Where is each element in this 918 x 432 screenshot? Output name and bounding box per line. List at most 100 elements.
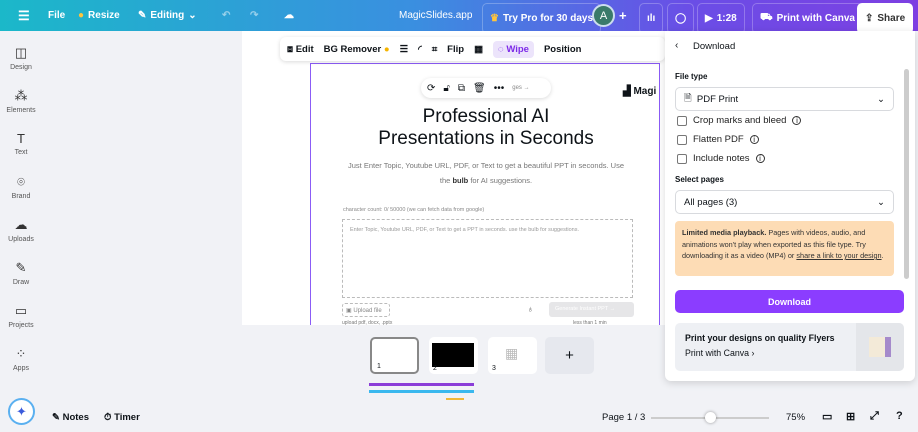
print-promo[interactable]: Print your designs on quality Flyers Pri…	[675, 323, 904, 371]
upload-hint: upload pdf, docx, .pptx	[342, 320, 393, 326]
panel-scrollbar[interactable]	[904, 69, 909, 279]
present-button[interactable]: ▶ 1:28	[697, 3, 745, 34]
topic-input[interactable]: Enter Topic, Youtube URL, PDF, or Text t…	[342, 219, 633, 298]
sidebar-label: Elements	[6, 107, 36, 114]
sidebar-label: Design	[10, 64, 32, 71]
fullscreen-icon[interactable]: ⤢	[870, 410, 879, 423]
sidebar-item-apps[interactable]: ⁘ Apps	[0, 346, 42, 372]
timer-label: 1:28	[716, 13, 737, 24]
file-type-label: File type	[675, 72, 708, 81]
notes-button[interactable]: ✎ Notes	[52, 412, 89, 423]
download-panel: ‹ Download File type 🗎︎ PDF Print ⌄ Crop …	[665, 31, 915, 381]
truck-icon: ⛟	[760, 12, 773, 23]
print-with-canva-button[interactable]: ⛟ Print with Canva	[752, 3, 863, 34]
slide-title: Professional AI Presentations in Seconds	[378, 106, 594, 149]
character-count: character count: 0/ 50000 (we can fetch …	[343, 207, 485, 213]
share-link[interactable]: share a link to your design	[796, 251, 881, 260]
pages-select[interactable]: All pages (3) ⌄	[675, 190, 894, 214]
text-icon: T	[17, 131, 25, 146]
timer-button[interactable]: ⏱ Timer	[104, 412, 140, 423]
sidebar: ◫ Design ⁂ Elements T Text ⌾ Brand ☁ Uploads …	[0, 31, 42, 432]
editing-button[interactable]: ✎ Editing ⌄	[138, 0, 197, 31]
flatten-pdf-checkbox[interactable]: Flatten PDF i	[677, 134, 759, 145]
try-pro-button[interactable]: ♛ Try Pro for 30 days	[482, 3, 602, 34]
page-view-icon[interactable]: ▭	[822, 410, 832, 423]
help-icon[interactable]: ?	[896, 410, 903, 422]
bulb-icon[interactable]: ♁	[527, 304, 534, 314]
menu-icon[interactable]: ☰	[18, 0, 30, 31]
element-toolbar: ⟳ 🔓︎ ⧉ 🗑︎ ••• ges →	[421, 78, 551, 98]
page-thumbnail-1[interactable]: 1	[370, 337, 419, 374]
sidebar-item-brand[interactable]: ⌾ Brand	[0, 174, 42, 200]
zoom-slider[interactable]	[651, 412, 769, 423]
position-button[interactable]: Position	[544, 44, 581, 55]
grid-view-icon[interactable]: ⊞	[846, 410, 855, 423]
back-icon[interactable]: ‹	[675, 40, 678, 51]
sidebar-item-uploads[interactable]: ☁ Uploads	[0, 217, 42, 243]
sidebar-item-projects[interactable]: ▭ Projects	[0, 303, 42, 329]
avatar[interactable]: A	[592, 4, 615, 27]
resize-button[interactable]: ● Resize	[78, 0, 120, 31]
undo-icon[interactable]: ↶	[222, 0, 230, 31]
resize-label: Resize	[88, 10, 120, 21]
share-button[interactable]: ⇪ Share	[857, 3, 914, 34]
sidebar-label: Text	[14, 149, 28, 156]
cloud-sync-icon[interactable]: ☁	[284, 0, 294, 31]
more-icon[interactable]: •••	[494, 83, 505, 94]
page-thumbnail-3[interactable]: ▦ 3	[488, 337, 537, 374]
delete-icon[interactable]: 🗑︎	[473, 83, 486, 94]
page-indicator[interactable]: Page 1 / 3	[602, 412, 645, 423]
crop-icon[interactable]: ⌗	[432, 44, 437, 55]
projects-icon: ▭	[14, 303, 28, 318]
upload-file-button[interactable]: ▣ Upload file	[342, 303, 390, 317]
info-icon[interactable]: i	[749, 135, 759, 144]
generate-ppt-button[interactable]: Generate Instant PPT →	[549, 302, 634, 317]
zoom-slider-handle[interactable]	[705, 412, 716, 423]
analytics-icon[interactable]: ılı	[639, 3, 664, 34]
lock-icon[interactable]: 🔓︎	[443, 83, 449, 94]
file-type-select[interactable]: 🗎︎ PDF Print ⌄	[675, 87, 894, 111]
flip-button[interactable]: Flip	[447, 44, 464, 55]
sidebar-item-text[interactable]: T Text	[0, 131, 42, 156]
sidebar-item-elements[interactable]: ⁂ Elements	[0, 88, 42, 114]
sidebar-label: Brand	[11, 193, 31, 200]
comment-icon[interactable]: ◯	[667, 3, 695, 34]
info-icon[interactable]: i	[792, 116, 802, 125]
brand-logo: ▟ Magi	[623, 86, 657, 97]
info-icon[interactable]: i	[755, 154, 765, 163]
border-style-icon[interactable]: ☰	[400, 44, 409, 55]
draw-icon: ✎	[15, 260, 27, 275]
timeline-bar-blue	[369, 390, 474, 393]
print-label: Print with Canva	[776, 13, 855, 24]
slide-subtitle: Just Enter Topic, Youtube URL, PDF, or T…	[348, 161, 624, 185]
wipe-button[interactable]: ◌ Wipe	[493, 40, 534, 58]
page-thumbnail-2[interactable]: 2	[429, 337, 478, 374]
corner-rounding-icon[interactable]: ◜	[418, 44, 422, 55]
timeline-bar-purple	[369, 383, 474, 386]
transparency-icon[interactable]: ▦	[474, 44, 483, 55]
print-with-canva-link[interactable]: Print with Canva ›	[685, 348, 754, 358]
pencil-icon: ✎	[138, 10, 147, 21]
duplicate-icon[interactable]: ⧉	[458, 83, 465, 94]
sidebar-item-draw[interactable]: ✎ Draw	[0, 260, 42, 286]
bg-remover-button[interactable]: BG Remover ●	[324, 44, 390, 55]
slide-page[interactable]: ▟ Magi Professional AI Presentations in S…	[310, 63, 660, 326]
share-label: Share	[877, 13, 906, 24]
sidebar-label: Draw	[12, 279, 30, 286]
timeline-bar-yellow	[446, 398, 464, 400]
add-page-button[interactable]: +	[545, 337, 594, 374]
select-pages-label: Select pages	[675, 175, 724, 184]
zoom-level[interactable]: 75%	[786, 412, 805, 423]
document-title[interactable]: MagicSlides.app	[399, 0, 472, 31]
include-notes-checkbox[interactable]: Include notes i	[677, 153, 765, 164]
edit-button[interactable]: ⧈ Edit	[287, 44, 314, 55]
media-warning: Limited media playback. Pages with video…	[675, 221, 894, 276]
chevron-down-icon: ⌄	[877, 196, 885, 208]
file-menu[interactable]: File	[48, 0, 65, 31]
add-collaborator-icon[interactable]: +	[619, 0, 627, 31]
regenerate-icon[interactable]: ⟳	[427, 83, 435, 94]
redo-icon[interactable]: ↷	[250, 0, 258, 31]
crop-marks-checkbox[interactable]: Crop marks and bleed i	[677, 115, 802, 126]
sidebar-item-design[interactable]: ◫ Design	[0, 45, 42, 71]
download-button[interactable]: Download	[675, 290, 904, 313]
